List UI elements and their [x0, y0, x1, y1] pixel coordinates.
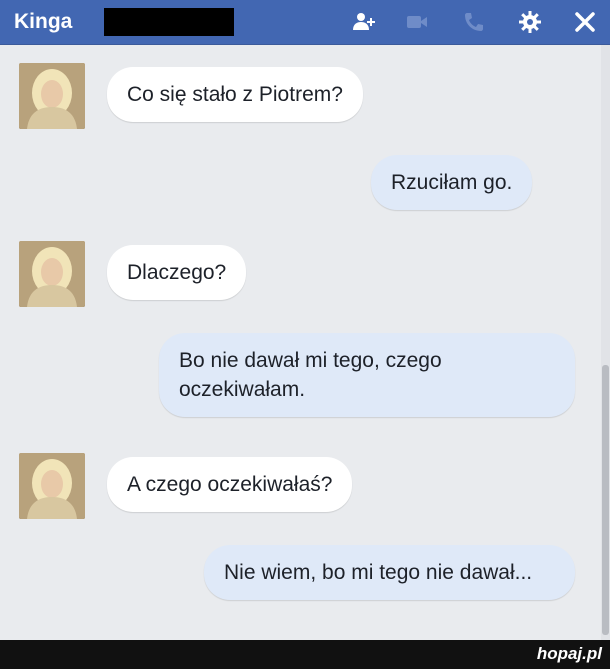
chat-header: Kinga	[0, 0, 610, 45]
contact-avatar[interactable]	[19, 241, 85, 307]
contact-name[interactable]: Kinga	[14, 9, 72, 35]
watermark-logo: hopaj.pl	[536, 644, 602, 663]
avatar-photo-icon	[19, 241, 85, 307]
close-icon[interactable]	[573, 10, 597, 34]
redacted-surname-bar	[104, 8, 234, 36]
avatar-photo-icon	[19, 63, 85, 129]
message-bubble: Nie wiem, bo mi tego nie dawał...	[204, 545, 575, 600]
scrollbar[interactable]	[601, 45, 610, 640]
video-call-icon[interactable]	[405, 10, 429, 34]
scrollbar-thumb[interactable]	[602, 365, 609, 635]
avatar-photo-icon	[19, 453, 85, 519]
message-bubble: Bo nie dawał mi tego, czego oczekiwałam.	[159, 333, 575, 417]
gear-icon[interactable]	[518, 10, 542, 34]
phone-icon[interactable]	[462, 10, 486, 34]
add-people-icon[interactable]	[352, 10, 376, 34]
watermark-bar: hopaj.pl	[0, 640, 610, 669]
contact-avatar[interactable]	[19, 63, 85, 129]
message-bubble: Dlaczego?	[107, 245, 247, 300]
contact-avatar[interactable]	[19, 453, 85, 519]
message-bubble: Rzuciłam go.	[371, 155, 533, 210]
message-bubble: A czego oczekiwałaś?	[107, 457, 353, 512]
message-bubble: Co się stało z Piotrem?	[107, 67, 363, 122]
